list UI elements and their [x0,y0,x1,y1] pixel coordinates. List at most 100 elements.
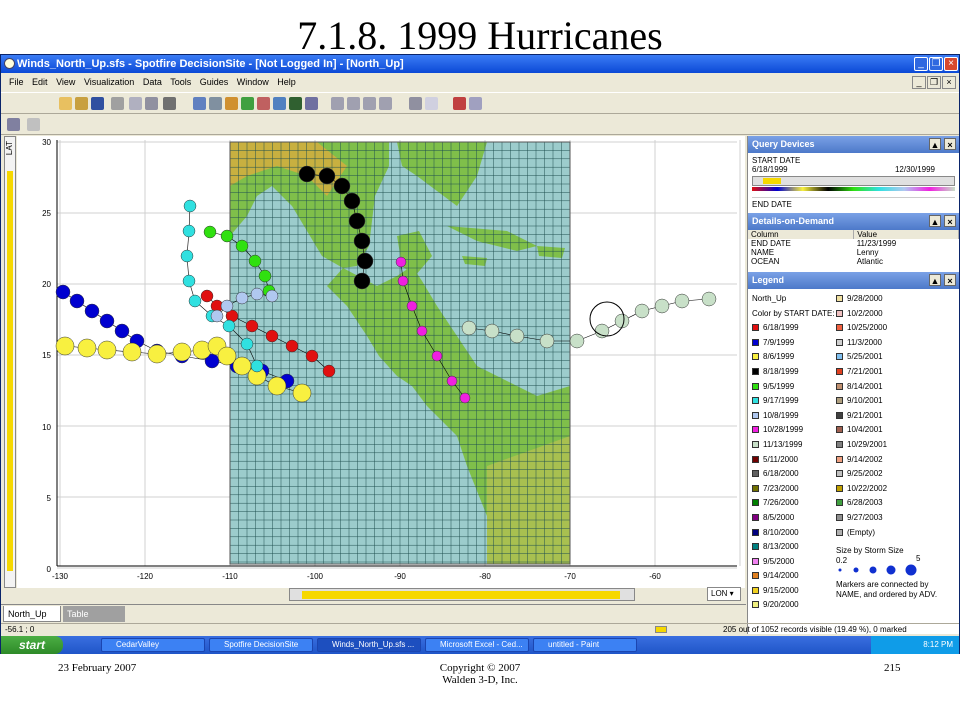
profile-chart-icon[interactable] [273,97,286,110]
track-marker[interactable] [654,298,670,314]
print-icon[interactable] [111,97,124,110]
close-icon[interactable]: × [944,215,956,227]
layout-2-icon[interactable] [347,97,360,110]
legend-item[interactable]: 9/27/2003 [836,512,946,527]
track-marker[interactable] [397,275,409,287]
legend-item[interactable]: 10/22/2002 [836,483,946,498]
legend-item[interactable]: 6/18/1999 [752,322,835,337]
menu-visualization[interactable]: Visualization [84,77,134,87]
open-icon[interactable] [59,97,72,110]
start-button[interactable]: start [1,636,63,654]
x-axis-selector[interactable]: LON ▾ [707,587,741,601]
track-marker[interactable] [292,383,312,403]
layout-4-icon[interactable] [379,97,392,110]
track-marker[interactable] [200,289,214,303]
track-marker[interactable] [147,344,167,364]
legend-toggle-icon[interactable] [425,97,438,110]
guide-icon[interactable] [7,118,20,131]
track-marker[interactable] [416,325,428,337]
track-marker[interactable] [55,284,71,300]
legend-item[interactable]: 10/2/2000 [836,308,946,323]
track-marker[interactable] [172,342,192,362]
track-marker[interactable] [539,333,555,349]
track-marker[interactable] [248,254,262,268]
track-marker[interactable] [114,323,130,339]
bookmark-icon[interactable] [453,97,466,110]
track-marker[interactable] [245,319,259,333]
track-marker[interactable] [240,337,254,351]
menu-file[interactable]: File [9,77,24,87]
track-marker[interactable] [222,319,236,333]
menu-guides[interactable]: Guides [200,77,229,87]
legend-item[interactable]: 11/13/1999 [752,439,835,454]
menu-help[interactable]: Help [277,77,296,87]
legend-item[interactable]: (Empty) [836,527,946,542]
minimize-icon[interactable]: _ [914,57,928,71]
legend-item[interactable]: 9/14/2000 [752,570,835,585]
save-icon[interactable] [91,97,104,110]
track-marker[interactable] [446,375,458,387]
close-icon[interactable]: × [944,274,956,286]
track-marker[interactable] [217,346,237,366]
legend-item[interactable]: 9/25/2002 [836,468,946,483]
track-marker[interactable] [97,340,117,360]
track-marker[interactable] [674,293,690,309]
restore-icon[interactable]: ❐ [929,57,943,71]
collapse-icon[interactable]: ▲ [929,215,941,227]
track-marker[interactable] [182,274,196,288]
track-marker[interactable] [634,303,650,319]
track-marker[interactable] [305,349,319,363]
track-marker[interactable] [509,328,525,344]
legend-item[interactable]: 8/10/2000 [752,527,835,542]
open-folder-icon[interactable] [75,97,88,110]
menu-tools[interactable]: Tools [170,77,191,87]
track-marker[interactable] [322,364,336,378]
track-marker[interactable] [406,300,418,312]
track-marker[interactable] [461,320,477,336]
mdi-restore-icon[interactable]: ❐ [927,76,941,89]
legend-item[interactable]: 5/25/2001 [836,351,946,366]
track-marker[interactable] [258,269,272,283]
legend-item[interactable]: 9/28/2000 [836,293,946,308]
legend-item[interactable]: 8/13/2000 [752,541,835,556]
heatmap-icon[interactable] [289,97,302,110]
x-range-bar[interactable] [302,591,620,599]
track-marker[interactable] [182,224,196,238]
track-marker[interactable] [69,293,85,309]
legend-item[interactable]: 7/26/2000 [752,497,835,512]
zoom-icon[interactable] [469,97,482,110]
bar-chart-icon[interactable] [225,97,238,110]
start-date-slider[interactable] [752,176,955,186]
collapse-icon[interactable]: ▲ [929,274,941,286]
track-marker[interactable] [353,232,371,250]
legend-item[interactable]: 7/23/2000 [752,483,835,498]
track-marker[interactable] [343,192,361,210]
legend-item[interactable]: 8/5/2000 [752,512,835,527]
track-marker[interactable] [122,342,142,362]
legend-item[interactable]: 6/28/2003 [836,497,946,512]
query-devices-icon[interactable] [409,97,422,110]
track-marker[interactable] [701,291,717,307]
track-marker[interactable] [220,229,234,243]
track-marker[interactable] [356,252,374,270]
menu-data[interactable]: Data [143,77,162,87]
track-marker[interactable] [210,309,224,323]
close-icon[interactable]: × [944,138,956,150]
mdi-minimize-icon[interactable]: _ [912,76,926,89]
layout-3-icon[interactable] [363,97,376,110]
legend-item[interactable]: 10/29/2001 [836,439,946,454]
start-date-range[interactable] [763,178,781,184]
track-marker[interactable] [99,313,115,329]
legend-item[interactable]: 7/9/1999 [752,337,835,352]
legend-item[interactable]: 11/3/2000 [836,337,946,352]
legend-item[interactable]: 8/18/1999 [752,366,835,381]
undo-icon[interactable] [163,97,176,110]
tab-north-up[interactable]: North_Up [3,606,61,622]
legend-item[interactable]: 10/8/1999 [752,410,835,425]
close-icon[interactable]: × [944,57,958,71]
paste-icon[interactable] [145,97,158,110]
track-marker[interactable] [55,336,75,356]
track-marker[interactable] [235,291,249,305]
legend-item[interactable]: 8/14/2001 [836,381,946,396]
track-marker[interactable] [348,212,366,230]
